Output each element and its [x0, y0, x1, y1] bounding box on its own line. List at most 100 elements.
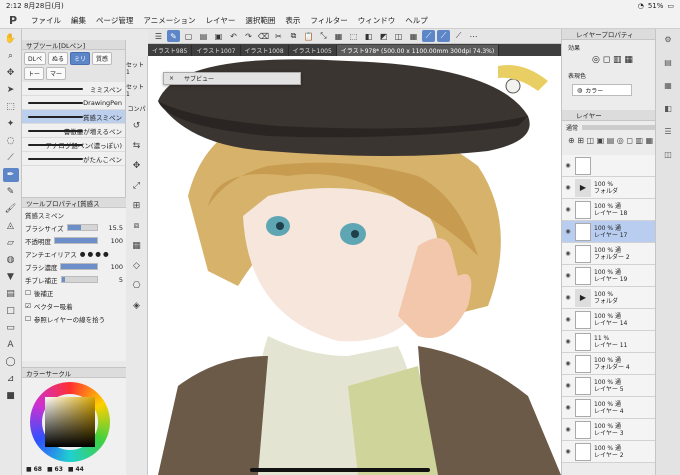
layer-move-icon[interactable]: ✥	[129, 159, 145, 173]
ruler-side-icon[interactable]: ⊞	[129, 199, 145, 213]
prop-row[interactable]: 手ブレ補正 5	[22, 273, 126, 286]
eye-icon[interactable]: ◉	[564, 206, 572, 213]
dock-icon[interactable]: ◧	[664, 104, 672, 113]
operation-icon[interactable]: ➤	[3, 83, 19, 97]
figure-icon[interactable]: □	[3, 304, 19, 318]
redo-icon[interactable]: ↷	[242, 30, 255, 42]
subtool-group-4[interactable]: トー	[24, 67, 45, 80]
eye-icon[interactable]: ◉	[564, 360, 572, 367]
warp-icon[interactable]: ◇	[129, 259, 145, 273]
copy-icon[interactable]: ⧉	[287, 30, 300, 42]
tab-doc-1[interactable]: イラスト1007	[192, 44, 241, 56]
subtool-group-3[interactable]: 質感	[92, 52, 113, 65]
dock-icon[interactable]: ☰	[664, 127, 671, 136]
eye-icon[interactable]: ◉	[564, 338, 572, 345]
perspective-icon[interactable]: ⧈	[129, 219, 145, 233]
menu-icon[interactable]: ☰	[152, 30, 165, 42]
prop-row[interactable]: ブラシサイズ 15.5	[22, 221, 126, 234]
dock-icon[interactable]: ▤	[664, 58, 672, 67]
menu-selection[interactable]: 選択範囲	[240, 15, 280, 26]
checkbox-icon[interactable]: ☐	[25, 315, 31, 323]
tab-doc-3[interactable]: イラスト1005	[289, 44, 337, 56]
open-icon[interactable]: ▤	[197, 30, 210, 42]
deselect-icon[interactable]: ⬚	[347, 30, 360, 42]
eye-icon[interactable]: ◉	[564, 250, 572, 257]
subtool-group-0[interactable]: DLペ	[24, 52, 46, 65]
gradient-icon[interactable]: ▤	[3, 287, 19, 301]
eye-icon[interactable]: ◉	[564, 228, 572, 235]
eraser-icon[interactable]: ▱	[3, 236, 19, 250]
prop-row[interactable]: ☐ 後補正	[22, 286, 126, 299]
eye-icon[interactable]: ◉	[564, 184, 572, 191]
palette-icon[interactable]: ◈	[129, 299, 145, 313]
paste-icon[interactable]: 📋	[302, 30, 315, 42]
pen-icon[interactable]: ✒	[2, 168, 19, 182]
snap-special-icon[interactable]: ⟋	[437, 30, 450, 42]
subtool-group-1[interactable]: ぬる	[47, 52, 68, 65]
flip-icon[interactable]: ⇆	[129, 139, 145, 153]
subtool-group-5[interactable]: マー	[46, 67, 67, 80]
blend-mode-select[interactable]: 通常	[566, 123, 578, 132]
rotate-icon[interactable]: ↺	[129, 119, 145, 133]
antialias-options[interactable]: ● ● ● ●	[80, 250, 109, 258]
compass-label[interactable]: コンパ	[127, 104, 145, 113]
tab-doc-2[interactable]: イラスト1008	[241, 44, 289, 56]
eye-icon[interactable]: ◉	[564, 272, 572, 279]
fill-icon[interactable]: ▼	[3, 270, 19, 284]
prop-row[interactable]: ☐ 参照レイヤーの線を拾う	[22, 312, 126, 325]
eye-icon[interactable]: ◉	[564, 294, 572, 301]
new-icon[interactable]: ▢	[182, 30, 195, 42]
opacity-slider[interactable]	[582, 124, 665, 130]
set-label[interactable]: セット1	[126, 82, 147, 98]
eye-icon[interactable]: ◉	[564, 404, 572, 411]
move-icon[interactable]: ✥	[3, 66, 19, 80]
snap-icon[interactable]: ◫	[392, 30, 405, 42]
text-icon[interactable]: A	[3, 338, 19, 352]
pencil-icon[interactable]: ✎	[3, 185, 19, 199]
selection-mask-icon[interactable]: ◩	[377, 30, 390, 42]
canvas-artwork[interactable]	[148, 56, 561, 475]
invert-icon[interactable]: ◧	[362, 30, 375, 42]
eye-icon[interactable]: ◉	[564, 426, 572, 433]
subview-window[interactable]: × サブビュー	[163, 72, 301, 85]
checkbox-icon[interactable]: ☐	[25, 289, 31, 297]
brush-item[interactable]: 質感スミペン	[22, 110, 125, 124]
eye-icon[interactable]: ◉	[564, 316, 572, 323]
transform-icon[interactable]: ⤡	[317, 30, 330, 42]
prop-row[interactable]: ブラシ濃度 100	[22, 260, 126, 273]
eyedropper-icon[interactable]: ⟋	[3, 151, 19, 165]
menu-window[interactable]: ウィンドウ	[353, 15, 401, 26]
menu-edit[interactable]: 編集	[66, 15, 91, 26]
prop-row[interactable]: 不透明度 100	[22, 234, 126, 247]
grid-icon[interactable]: ▦	[407, 30, 420, 42]
menu-page[interactable]: ページ管理	[91, 15, 138, 26]
quick-tool-icon[interactable]: ✎	[167, 30, 180, 42]
brush-item[interactable]: ミミスペン	[22, 82, 125, 96]
color-swatch-icon[interactable]: ■	[3, 389, 19, 403]
clear-icon[interactable]: ⌫	[257, 30, 270, 42]
prop-row[interactable]: アンチエイリアス ● ● ● ●	[22, 247, 126, 260]
tab-doc-active[interactable]: イラスト978* (500.00 x 1100.00mm 300dpi 74.3…	[336, 44, 500, 56]
brush-item[interactable]: アナログ鉛ペン(濃っぽい)	[22, 138, 125, 152]
close-icon[interactable]: ×	[169, 75, 174, 82]
settings-icon[interactable]: ⋯	[467, 30, 480, 42]
prop-row[interactable]: ☑ ベクター吸着	[22, 299, 126, 312]
blend-icon[interactable]: ◍	[3, 253, 19, 267]
frame-icon[interactable]: ▭	[3, 321, 19, 335]
brush-item[interactable]: がたんこペン	[22, 152, 125, 166]
brush-item[interactable]: DrawingPen	[22, 96, 125, 110]
saturation-value-square[interactable]	[45, 397, 95, 447]
cut-icon[interactable]: ✂	[272, 30, 285, 42]
prop-slider[interactable]	[66, 224, 98, 231]
menu-filter[interactable]: フィルター	[305, 15, 352, 26]
eye-icon[interactable]: ◉	[564, 382, 572, 389]
balloon-icon[interactable]: ◯	[3, 355, 19, 369]
undo-icon[interactable]: ↶	[227, 30, 240, 42]
menu-help[interactable]: ヘルプ	[400, 15, 433, 26]
checkbox-icon[interactable]: ☑	[25, 302, 31, 310]
set-label[interactable]: セット1	[126, 60, 147, 76]
snap-ruler-icon[interactable]: ⟋	[422, 30, 435, 42]
eye-icon[interactable]: ◉	[564, 448, 572, 455]
lasso-icon[interactable]: ◌	[3, 134, 19, 148]
ruler-icon[interactable]: ⊿	[3, 372, 19, 386]
